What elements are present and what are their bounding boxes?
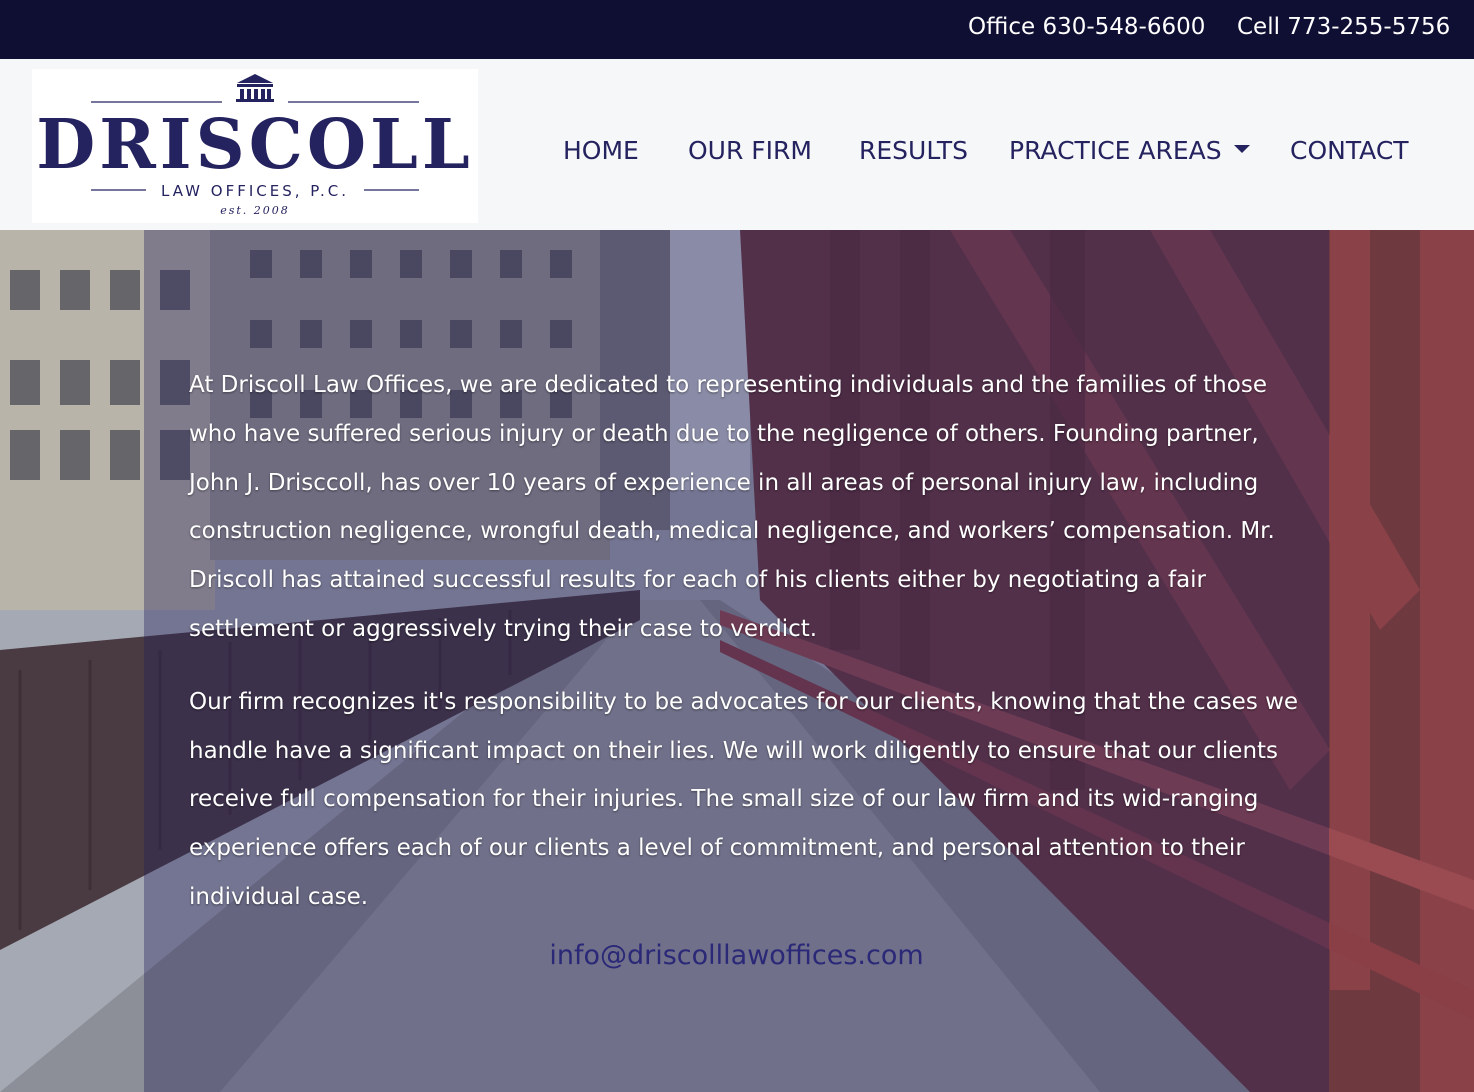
office-phone[interactable]: Office 630-548-6600 xyxy=(968,12,1205,42)
nav-practice-areas[interactable]: PRACTICE AREAS xyxy=(1009,135,1250,167)
intro-paragraph-1: At Driscoll Law Offices, we are dedicate… xyxy=(189,372,1275,642)
site-header: DRISCOLL LAW OFFICES, P.C. est. 2008 HOM… xyxy=(0,59,1474,230)
cell-phone[interactable]: Cell 773-255-5756 xyxy=(1237,12,1450,42)
intro-copy: At Driscoll Law Offices, we are dedicate… xyxy=(189,361,1299,946)
courthouse-icon xyxy=(236,74,274,102)
top-contact-bar: Office 630-548-6600 Cell 773-255-5756 xyxy=(0,0,1474,59)
site-logo[interactable]: DRISCOLL LAW OFFICES, P.C. est. 2008 xyxy=(32,69,478,223)
nav-our-firm[interactable]: OUR FIRM xyxy=(688,135,812,167)
email-link[interactable]: info@driscolllawoffices.com xyxy=(144,938,1329,974)
logo-wordmark: DRISCOLL xyxy=(36,105,474,185)
intro-paragraph-2: Our firm recognizes it's responsibility … xyxy=(189,688,1299,910)
caret-down-icon xyxy=(1233,145,1250,153)
logo-established: est. 2008 xyxy=(220,204,290,217)
nav-contact[interactable]: CONTACT xyxy=(1290,135,1409,167)
nav-home[interactable]: HOME xyxy=(563,135,639,167)
nav-practice-areas-label: PRACTICE AREAS xyxy=(1009,136,1222,165)
hero-section: At Driscoll Law Offices, we are dedicate… xyxy=(0,230,1474,1092)
nav-results[interactable]: RESULTS xyxy=(859,135,968,167)
logo-subtitle: LAW OFFICES, P.C. xyxy=(161,182,349,200)
